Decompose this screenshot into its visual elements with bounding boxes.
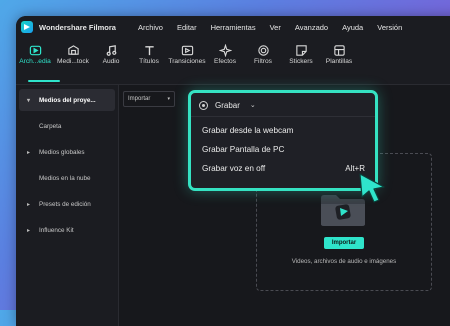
tab-stock-media-label: Medi...tock <box>57 58 89 65</box>
menu-version[interactable]: Versión <box>377 23 402 32</box>
record-dropdown-button[interactable]: Grabar ⌄ <box>199 98 256 112</box>
tab-stock-media[interactable]: Medi...tock <box>54 38 92 65</box>
active-tab-indicator <box>28 80 60 82</box>
media-folder-icon <box>29 42 42 58</box>
tab-transitions[interactable]: Transiciones <box>168 38 206 65</box>
sidebar-item-label: Influence Kit <box>39 226 74 234</box>
import-dropdown-label: Importar <box>128 96 151 102</box>
tab-titles-label: Títulos <box>139 58 159 65</box>
chevron-right-icon: ▸ <box>27 201 31 208</box>
tab-media[interactable]: Arch...edia <box>16 38 54 65</box>
tab-media-label: Arch...edia <box>19 58 51 65</box>
sidebar-item-folder[interactable]: Carpeta <box>19 115 115 137</box>
sidebar-item-label: Medios del proye... <box>39 96 96 104</box>
tab-audio-label: Audio <box>102 58 120 65</box>
menu-editar[interactable]: Editar <box>177 23 197 32</box>
title-bar: Wondershare Filmora Archivo Editar Herra… <box>16 16 450 38</box>
transition-icon <box>181 42 194 58</box>
sidebar-item-label: Presets de edición <box>39 200 91 208</box>
record-menu-popup: Grabar ⌄ Grabar desde la webcam Grabar P… <box>188 90 378 191</box>
sidebar-item-label: Medios en la nube <box>39 174 91 182</box>
popup-divider <box>191 116 375 117</box>
filmora-logo-icon <box>21 21 33 33</box>
chevron-right-icon: ▸ <box>27 227 31 234</box>
effects-sparkle-icon <box>218 42 232 58</box>
sidebar-item-influence-kit[interactable]: ▸ Influence Kit <box>19 219 115 241</box>
tab-filters[interactable]: Filtros <box>244 38 282 65</box>
tab-titles[interactable]: Títulos <box>130 38 168 65</box>
sticker-icon <box>295 42 308 58</box>
chevron-down-icon: ⌄ <box>249 102 256 109</box>
menu-ayuda[interactable]: Ayuda <box>342 23 363 32</box>
menu-item-label: Grabar voz en off <box>202 163 266 173</box>
sidebar-item-project-media[interactable]: ▾ Medios del proye... <box>19 89 115 111</box>
template-icon <box>333 42 346 58</box>
text-icon <box>143 42 156 58</box>
tab-effects[interactable]: Efectos <box>206 38 244 65</box>
chevron-right-icon: ▸ <box>27 149 31 156</box>
filmora-window: Wondershare Filmora Archivo Editar Herra… <box>16 16 450 326</box>
tab-audio[interactable]: Audio <box>92 38 130 65</box>
menu-item-record-webcam[interactable]: Grabar desde la webcam <box>202 122 365 138</box>
chevron-down-icon: ▾ <box>27 97 31 104</box>
app-name: Wondershare Filmora <box>39 22 116 32</box>
menu-herramientas[interactable]: Herramientas <box>211 23 256 32</box>
tab-templates-label: Plantillas <box>325 58 353 65</box>
menu-item-label: Grabar desde la webcam <box>202 125 294 135</box>
record-dropdown-label: Grabar <box>215 100 240 110</box>
menu-avanzado[interactable]: Avanzado <box>295 23 328 32</box>
import-dropdown-button[interactable]: Importar ▾ <box>123 91 175 107</box>
sidebar-item-cloud-media[interactable]: Medios en la nube <box>19 167 115 189</box>
music-note-icon <box>105 42 118 58</box>
menu-item-record-screen[interactable]: Grabar Pantalla de PC <box>202 141 365 157</box>
filter-icon <box>257 42 270 58</box>
chevron-down-icon: ▾ <box>167 96 170 102</box>
sidebar-item-label: Medios globales <box>39 148 85 156</box>
import-button[interactable]: Importar <box>324 237 364 249</box>
record-icon <box>199 100 208 110</box>
sidebar-item-label: Carpeta <box>39 122 62 130</box>
sidebar-item-global-media[interactable]: ▸ Medios globales <box>19 141 115 163</box>
tab-templates[interactable]: Plantillas <box>320 38 358 65</box>
tab-effects-label: Efectos <box>214 58 236 65</box>
pointer-cursor-icon <box>359 173 385 203</box>
menu-item-label: Grabar Pantalla de PC <box>202 144 285 154</box>
menu-item-record-voiceover[interactable]: Grabar voz en off Alt+R <box>202 160 365 176</box>
media-toolbar: Arch...edia Medi...tock Audio Títulos Tr… <box>16 38 450 85</box>
sidebar-item-edit-presets[interactable]: ▸ Presets de edición <box>19 193 115 215</box>
menu-archivo[interactable]: Archivo <box>138 23 163 32</box>
tab-filters-label: Filtros <box>254 58 272 65</box>
tab-stickers[interactable]: Stickers <box>282 38 320 65</box>
menu-ver[interactable]: Ver <box>270 23 281 32</box>
tab-stickers-label: Stickers <box>289 58 313 65</box>
tab-transitions-label: Transiciones <box>168 58 206 65</box>
drop-hint-text: Videos, archivos de audio e imágenes <box>291 258 397 265</box>
stock-media-icon <box>67 42 80 58</box>
media-sidebar: ▾ Medios del proye... Carpeta ▸ Medios g… <box>16 85 119 326</box>
